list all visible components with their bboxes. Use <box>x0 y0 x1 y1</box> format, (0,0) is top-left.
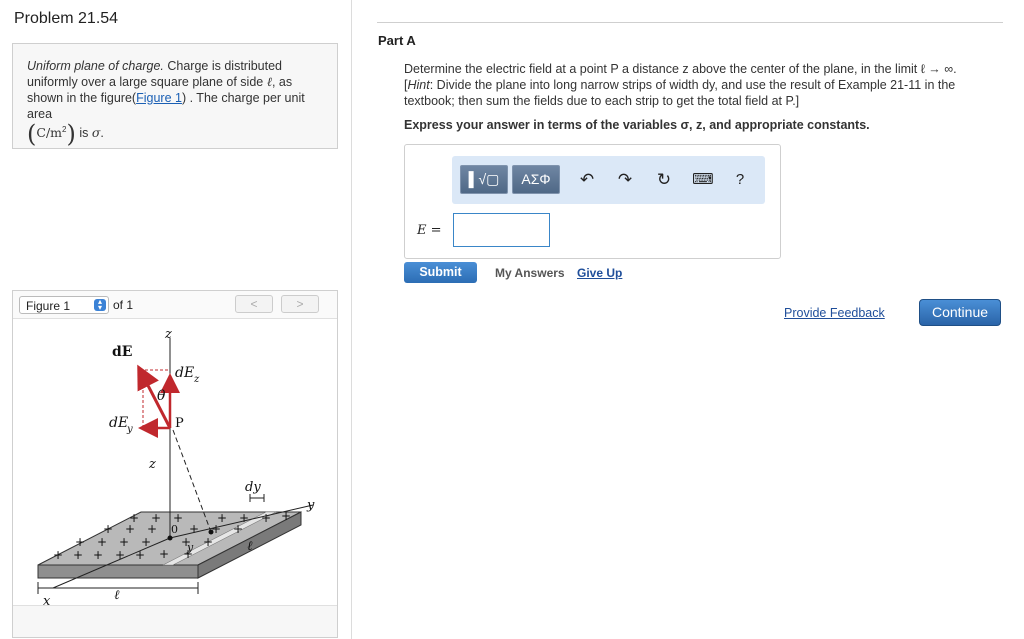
divider <box>377 22 1003 23</box>
label-dE: dE <box>112 344 132 360</box>
label-dEy-sub: y <box>126 424 133 435</box>
label-y-small: y <box>186 541 194 554</box>
question-text: Determine the electric field at a point … <box>404 61 1004 109</box>
label-origin: 0 <box>171 523 178 536</box>
provide-feedback-link[interactable]: Provide Feedback <box>784 306 885 320</box>
answer-label: E = <box>417 222 442 238</box>
figure-link[interactable]: Figure 1 <box>136 91 182 105</box>
part-title: Part A <box>378 33 416 48</box>
label-theta: θ <box>157 388 166 404</box>
label-dEz: dE <box>175 365 194 381</box>
svg-text:+: + <box>151 511 161 525</box>
svg-text:+: + <box>129 511 139 525</box>
svg-text:+: + <box>53 548 63 562</box>
question-line: Determine the electric field at a point … <box>404 62 957 76</box>
right-panel: Part A Determine the electric field at a… <box>352 0 1024 639</box>
templates-button[interactable]: ▌√▢ <box>460 165 508 194</box>
figure-panel: Figure 1 ▴ ▾ of 1 < > + + + + + + + + + + + + + + + + +… <box>12 290 338 638</box>
select-arrows-icon: ▴ ▾ <box>94 298 106 312</box>
reset-icon[interactable]: ↻ <box>653 170 675 190</box>
label-x-axis: x <box>43 594 51 605</box>
svg-text:+: + <box>115 548 125 562</box>
problem-intro: Uniform plane of charge. Charge is distr… <box>12 43 338 149</box>
label-dy: dy <box>245 480 261 495</box>
svg-text:+: + <box>97 535 107 549</box>
answer-label-text: E = <box>417 223 442 238</box>
undo-icon[interactable]: ↶ <box>576 170 598 190</box>
intro-lead: Uniform plane of charge. <box>27 59 164 73</box>
keyboard-icon[interactable]: ⌨ <box>692 170 714 190</box>
svg-text:+: + <box>93 548 103 562</box>
svg-text:+: + <box>73 548 83 562</box>
figure-header: Figure 1 ▴ ▾ of 1 < > <box>13 291 337 319</box>
label-z-top: z <box>164 327 172 342</box>
unit: C/m <box>36 125 63 141</box>
math-toolbar: ▌√▢ ΑΣΦ ↶ ↷ ↻ ⌨ ? <box>452 156 765 204</box>
svg-text:+: + <box>203 535 213 549</box>
label-y-axis: y <box>306 498 315 513</box>
figure-select-value: Figure 1 <box>26 299 71 313</box>
origin-dot <box>167 535 173 541</box>
give-up-link[interactable]: Give Up <box>577 266 622 280</box>
svg-text:+: + <box>239 511 249 525</box>
instructions: Express your answer in terms of the vari… <box>404 118 870 132</box>
label-P: P <box>175 416 184 431</box>
problem-title: Problem 21.54 <box>14 10 119 27</box>
label-z-mid: z <box>148 457 156 472</box>
help-icon[interactable]: ? <box>729 170 751 190</box>
left-panel: Problem 21.54 Uniform plane of charge. C… <box>0 0 352 639</box>
submit-button[interactable]: Submit <box>404 262 477 283</box>
paren: ( <box>27 120 37 149</box>
figure-select[interactable]: Figure 1 ▴ ▾ <box>19 296 109 314</box>
label-dEy: dE <box>109 415 128 431</box>
svg-text:+: + <box>217 511 227 525</box>
svg-text:+: + <box>159 547 169 561</box>
intro-text: is <box>75 126 92 141</box>
svg-text:+: + <box>103 522 113 536</box>
figure-diagram: + + + + + + + + + + + + + + + + + + + + + + + + + + <box>37 327 315 605</box>
redo-icon[interactable]: ↷ <box>614 170 636 190</box>
label-dEz-sub: z <box>193 374 200 385</box>
svg-text:+: + <box>75 535 85 549</box>
label-ell-bottom: ℓ <box>114 588 120 603</box>
svg-text:+: + <box>119 535 129 549</box>
strip-dot <box>208 529 214 535</box>
hint-label: Hint <box>407 78 430 92</box>
plane-front <box>37 564 199 579</box>
answer-input[interactable] <box>453 213 550 247</box>
greek-symbols-button[interactable]: ΑΣΦ <box>512 165 560 194</box>
hint-text: : Divide the plane into long narrow stri… <box>404 78 956 108</box>
my-answers-link[interactable]: My Answers <box>495 266 565 280</box>
svg-text:+: + <box>189 522 199 536</box>
continue-button[interactable]: Continue <box>919 299 1001 326</box>
label-ell-side: ℓ <box>247 539 253 554</box>
dE-arrow <box>137 364 172 429</box>
next-figure-button[interactable]: > <box>281 295 319 313</box>
figure-footer <box>13 605 337 637</box>
answer-area: ▌√▢ ΑΣΦ ↶ ↷ ↻ ⌨ ? E = <box>404 144 781 259</box>
intro-text: . <box>100 126 104 141</box>
figure-count: of 1 <box>113 298 134 312</box>
paren: ) <box>66 120 76 149</box>
svg-text:+: + <box>261 511 271 525</box>
prev-figure-button[interactable]: < <box>235 295 273 313</box>
svg-text:+: + <box>135 548 145 562</box>
